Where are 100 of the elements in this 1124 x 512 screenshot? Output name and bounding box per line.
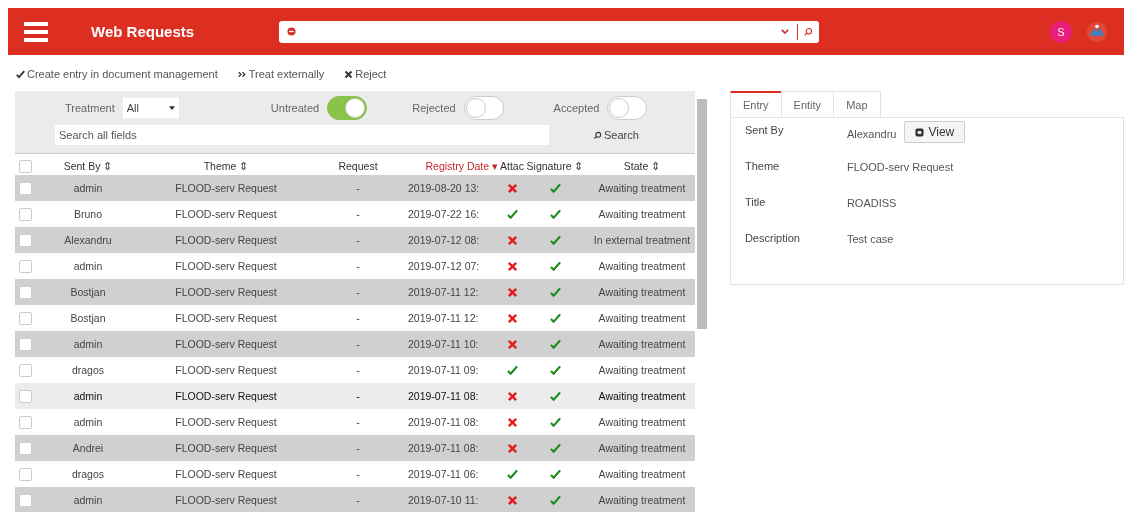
table-cell-text: - — [355, 390, 361, 402]
caret-icon — [168, 106, 175, 110]
table-cell-text: 2019-07-11 09: — [407, 364, 480, 376]
table-cell-text: Awaiting treatment — [597, 312, 687, 324]
table-cell-text: In external treatment — [592, 234, 692, 246]
row-checkbox[interactable] — [19, 181, 32, 195]
table-cell-text: FLOOD-serv Request — [174, 182, 278, 194]
check-icon — [16, 69, 25, 79]
row-checkbox[interactable] — [19, 285, 32, 299]
logo-icon[interactable] — [1086, 20, 1108, 43]
column-header[interactable]: State ⇕ — [584, 160, 700, 172]
row-checkbox[interactable] — [19, 389, 32, 403]
table-cell-text: - — [355, 494, 361, 506]
row-checkbox[interactable] — [19, 441, 32, 455]
row-checkbox[interactable] — [19, 233, 32, 247]
table-cell-text: admin — [72, 390, 104, 402]
table-row[interactable]: Andrei FLOOD-serv Request - 2019-07-11 08: Awaiting treatment — [15, 435, 695, 461]
table-cell-text: Awaiting treatment — [597, 260, 687, 272]
toggle-switch[interactable] — [607, 96, 648, 120]
table-cell-text: Awaiting treatment — [597, 468, 687, 480]
search-field[interactable]: Search all fields — [55, 125, 549, 145]
column-header[interactable]: Sent By ⇕ — [38, 160, 138, 172]
table-cell-text: 2019-07-11 10: — [407, 338, 480, 350]
action-button[interactable]: Create entry in document management — [16, 65, 218, 83]
table-cell-text: Awaiting treatment — [597, 338, 687, 350]
column-header[interactable]: Request — [314, 160, 402, 172]
table-cell-text: FLOOD-serv Request — [174, 208, 278, 220]
field-label: Title — [744, 196, 767, 208]
caret-icon[interactable] — [781, 29, 789, 34]
field-value: FLOOD-serv Request — [846, 160, 954, 173]
table-cell-text: Awaiting treatment — [597, 364, 687, 376]
tab[interactable]: Map — [833, 91, 881, 117]
treatment-dropdown[interactable]: All — [122, 98, 179, 118]
table-cell-text: 2019-07-22 16: — [407, 208, 481, 220]
app-title: Web Requests — [91, 23, 196, 40]
table-cell-text: FLOOD-serv Request — [174, 442, 278, 454]
field-label: Description — [744, 232, 801, 244]
column-header[interactable]: Theme ⇕ — [138, 160, 314, 172]
action-button[interactable]: Treat externally — [237, 65, 325, 83]
table-cell-text: FLOOD-serv Request — [174, 468, 278, 480]
user-avatar[interactable]: S — [1050, 20, 1072, 43]
table-cell-text: 2019-07-11 12: — [407, 286, 480, 298]
table-cell-text: - — [355, 234, 361, 246]
column-header[interactable]: Attac — [498, 160, 526, 172]
row-checkbox[interactable] — [19, 467, 32, 481]
table-cell-text: Awaiting treatment — [597, 442, 687, 454]
table-row[interactable]: admin FLOOD-serv Request - 2019-08-20 13: Awaiting treatment — [15, 175, 695, 201]
table-cell-text: FLOOD-serv Request — [174, 260, 278, 272]
row-checkbox[interactable] — [19, 207, 32, 221]
table-cell-text: admin — [72, 338, 104, 350]
search-icon — [593, 130, 602, 140]
table-cell-text: - — [355, 208, 361, 220]
tab[interactable]: Entry — [729, 91, 782, 117]
toggle-label: Accepted — [553, 102, 600, 114]
row-checkbox[interactable] — [19, 415, 32, 429]
toggle-switch[interactable] — [327, 96, 368, 120]
row-checkbox[interactable] — [19, 311, 32, 325]
table-cell-text: FLOOD-serv Request — [174, 312, 278, 324]
table-cell-text: FLOOD-serv Request — [174, 234, 278, 246]
search-field[interactable] — [279, 20, 819, 43]
cross-icon — [344, 69, 354, 79]
table-row[interactable]: admin FLOOD-serv Request - 2019-07-10 11: Awaiting treatment — [15, 487, 695, 512]
select-all-checkbox[interactable] — [19, 159, 32, 173]
row-checkbox[interactable] — [19, 363, 32, 377]
double-chevron-icon — [237, 69, 247, 79]
table-cell-text: Awaiting treatment — [597, 416, 687, 428]
row-checkbox[interactable] — [19, 493, 32, 507]
table-cell-text: 2019-08-20 13: — [407, 182, 481, 194]
table-cell-text: Bostjan — [69, 312, 107, 324]
table-row[interactable]: admin FLOOD-serv Request - 2019-07-11 08: Awaiting treatment — [15, 383, 695, 409]
search-icon[interactable] — [803, 26, 813, 37]
table-cell-text: Andrei — [71, 442, 105, 454]
menu-icon[interactable] — [24, 21, 48, 42]
row-checkbox[interactable] — [19, 337, 32, 351]
view-button[interactable]: View — [904, 121, 966, 143]
table-row[interactable]: admin FLOOD-serv Request - 2019-07-11 10: Awaiting treatment — [15, 331, 695, 357]
column-header[interactable]: Registry Date ▾ — [402, 160, 498, 172]
table-cell-text: admin — [72, 182, 104, 194]
field-value: Test case — [846, 232, 894, 245]
table-cell-text: Awaiting treatment — [597, 390, 687, 402]
table-cell-text: - — [355, 468, 361, 480]
table-row[interactable]: Bostjan FLOOD-serv Request - 2019-07-11 12: Awaiting treatment — [15, 279, 695, 305]
table-cell-text: 2019-07-11 08: — [407, 416, 480, 428]
table-cell-text: admin — [72, 494, 104, 506]
table-cell-text: Bruno — [73, 208, 103, 220]
toggle-switch[interactable] — [463, 96, 504, 120]
table-cell-text: FLOOD-serv Request — [174, 338, 278, 350]
table-cell-text: FLOOD-serv Request — [174, 416, 278, 428]
action-button[interactable]: Reject — [344, 65, 387, 83]
table-cell-text: Awaiting treatment — [597, 208, 687, 220]
table-cell-text: Alexandru — [63, 234, 113, 246]
column-header[interactable]: Signature ⇕ — [526, 160, 584, 172]
table-cell-text: Awaiting treatment — [597, 286, 687, 298]
table-cell-text: - — [355, 364, 361, 376]
table-cell-text: - — [355, 182, 361, 194]
table-row[interactable]: Alexandru FLOOD-serv Request - 2019-07-12 08: In external treatment — [15, 227, 695, 253]
table-cell-text: dragos — [70, 364, 106, 376]
row-checkbox[interactable] — [19, 259, 32, 273]
search-button[interactable]: Search — [587, 128, 645, 142]
table-cell-text: admin — [72, 260, 104, 272]
